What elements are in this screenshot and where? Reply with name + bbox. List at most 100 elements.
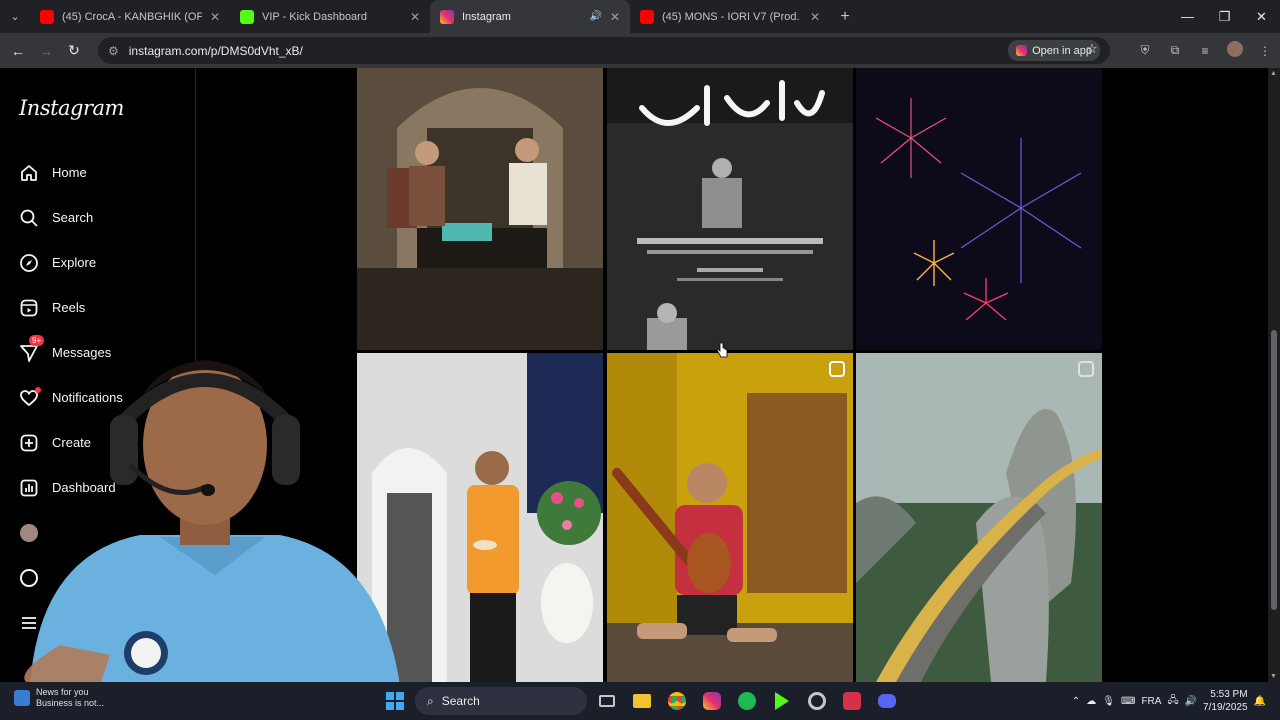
clock-date: 7/19/2025 xyxy=(1203,702,1248,713)
browser-tab[interactable]: (45) CrocA - KANBGHIK (OFFICI ✕ xyxy=(30,0,230,33)
discord-icon[interactable] xyxy=(872,686,902,716)
news-widget[interactable]: News for you Business is not... xyxy=(14,687,104,709)
shield-icon[interactable]: ⛨ xyxy=(1130,43,1160,58)
url-text: instagram.com/p/DMS0dVht_xB/ xyxy=(128,43,303,58)
post-image xyxy=(856,353,1102,682)
sidebar-item-label: Explore xyxy=(52,255,97,270)
reel-icon xyxy=(829,361,845,377)
microphone-icon[interactable]: 🎙 xyxy=(1102,696,1115,707)
news-line-1: News for you xyxy=(36,687,89,697)
scrollbar-thumb[interactable] xyxy=(1271,330,1277,610)
post-thumbnail[interactable] xyxy=(856,353,1102,682)
taskbar-search[interactable]: ⌕ Search xyxy=(415,687,587,715)
reload-button[interactable]: ↻ xyxy=(60,42,88,59)
posts-grid xyxy=(357,68,1103,682)
keyboard-icon[interactable]: ⌨ xyxy=(1121,696,1135,707)
address-bar[interactable]: ⚙ instagram.com/p/DMS0dVht_xB/ Open in a… xyxy=(98,37,1110,64)
clock-time: 5:53 PM xyxy=(1210,689,1248,700)
menu-icon[interactable]: ⋮ xyxy=(1250,44,1280,58)
post-image xyxy=(607,353,853,682)
tab-search-button[interactable]: ⌄ xyxy=(0,0,30,33)
browser-tab-strip: ⌄ (45) CrocA - KANBGHIK (OFFICI ✕ VIP - … xyxy=(0,0,1280,33)
extensions-icon[interactable]: ⧉ xyxy=(1160,43,1190,58)
webcam-image xyxy=(24,360,400,685)
hand-cursor-icon xyxy=(716,342,728,358)
tab-title: (45) MONS - IORI V7 (Prod. By xyxy=(662,10,802,23)
search-icon xyxy=(19,208,39,228)
sidebar-item-reels[interactable]: Reels xyxy=(0,285,196,330)
webcam-overlay xyxy=(0,355,400,685)
post-thumbnail[interactable] xyxy=(607,68,853,350)
site-info-icon[interactable]: ⚙ xyxy=(108,44,119,58)
sidebar-item-label: Reels xyxy=(52,300,86,315)
wps-office-icon[interactable] xyxy=(837,686,867,716)
sidebar-item-label: Search xyxy=(52,210,94,225)
messages-badge: 9+ xyxy=(29,335,45,346)
browser-tab-active[interactable]: Instagram 🔊 ✕ xyxy=(430,0,630,33)
forward-button[interactable]: → xyxy=(32,43,60,59)
instagram-logo[interactable]: Instagram xyxy=(19,96,124,120)
toolbar-icons: ⛨ ⧉ ≡ ⋮ xyxy=(1130,33,1280,68)
chrome-icon[interactable] xyxy=(662,686,692,716)
post-thumbnail[interactable] xyxy=(357,68,603,350)
close-tab-icon[interactable]: ✕ xyxy=(610,10,620,24)
open-in-app-label: Open in app xyxy=(1032,44,1092,57)
close-tab-icon[interactable]: ✕ xyxy=(410,10,420,24)
chevron-up-icon[interactable]: ⌃ xyxy=(1072,696,1080,707)
scroll-up-icon[interactable]: ▲ xyxy=(1270,70,1277,77)
post-image xyxy=(856,68,1102,350)
sidebar-item-label: Home xyxy=(52,165,87,180)
media-controls-icon[interactable]: ≡ xyxy=(1190,44,1220,58)
system-tray: ⌃ ☁ 🎙 ⌨ FRA 🖧 🔊 5:53 PM 7/19/2025 🔔 xyxy=(1072,682,1280,720)
page-scrollbar[interactable]: ▲ ▼ xyxy=(1268,68,1280,682)
news-icon xyxy=(14,690,30,706)
back-button[interactable]: ← xyxy=(4,43,32,59)
sidebar-item-search[interactable]: Search xyxy=(0,195,196,240)
instagram-icon xyxy=(1016,45,1028,56)
post-thumbnail[interactable] xyxy=(856,68,1102,350)
volume-icon[interactable]: 🔊 xyxy=(1185,696,1197,707)
close-tab-icon[interactable]: ✕ xyxy=(810,10,820,24)
spotify-icon[interactable] xyxy=(732,686,762,716)
post-thumbnail[interactable] xyxy=(607,353,853,682)
youtube-icon xyxy=(40,9,54,24)
close-window-icon[interactable]: ✕ xyxy=(1243,0,1280,33)
browser-toolbar: ← → ↻ ⚙ instagram.com/p/DMS0dVht_xB/ Ope… xyxy=(0,33,1280,68)
speaker-icon[interactable]: 🔊 xyxy=(589,11,601,22)
tab-title: (45) CrocA - KANBGHIK (OFFICI xyxy=(62,10,202,23)
new-tab-button[interactable]: + xyxy=(830,8,860,26)
restore-icon[interactable]: ❐ xyxy=(1206,0,1243,33)
notification-bell-icon[interactable]: 🔔 xyxy=(1254,696,1266,707)
scroll-down-icon[interactable]: ▼ xyxy=(1270,673,1277,680)
search-icon: ⌕ xyxy=(427,693,434,708)
sidebar-item-home[interactable]: Home xyxy=(0,150,196,195)
network-icon[interactable]: 🖧 xyxy=(1167,693,1178,710)
task-view-icon[interactable] xyxy=(592,686,622,716)
windows-taskbar: News for you Business is not... ⌕ Search… xyxy=(0,682,1280,720)
language-indicator[interactable]: FRA xyxy=(1141,696,1161,707)
bookmark-star-icon[interactable]: ☆ xyxy=(1086,41,1098,57)
obs-icon[interactable] xyxy=(802,686,832,716)
instagram-icon xyxy=(440,9,454,24)
media-app-icon[interactable] xyxy=(767,686,797,716)
taskbar-clock[interactable]: 5:53 PM 7/19/2025 xyxy=(1203,688,1248,714)
tab-title: Instagram xyxy=(462,10,511,23)
minimize-icon[interactable]: — xyxy=(1169,0,1206,33)
kick-icon xyxy=(240,9,254,24)
taskbar-search-label: Search xyxy=(441,694,480,708)
sidebar-item-explore[interactable]: Explore xyxy=(0,240,196,285)
taskbar-apps: ⌕ Search xyxy=(380,686,902,716)
cloud-icon[interactable]: ☁ xyxy=(1086,696,1096,707)
browser-tab[interactable]: VIP - Kick Dashboard ✕ xyxy=(230,0,430,33)
browser-tab[interactable]: (45) MONS - IORI V7 (Prod. By ✕ xyxy=(630,0,830,33)
post-image xyxy=(607,68,853,350)
reel-icon xyxy=(1078,361,1094,377)
close-tab-icon[interactable]: ✕ xyxy=(210,10,220,24)
windows-start-icon[interactable] xyxy=(380,686,410,716)
reels-icon xyxy=(19,298,39,318)
file-explorer-icon[interactable] xyxy=(627,686,657,716)
profile-avatar[interactable] xyxy=(1220,41,1250,60)
news-line-2: Business is not... xyxy=(36,698,105,708)
instagram-app-icon[interactable] xyxy=(697,686,727,716)
tab-title: VIP - Kick Dashboard xyxy=(262,10,367,23)
